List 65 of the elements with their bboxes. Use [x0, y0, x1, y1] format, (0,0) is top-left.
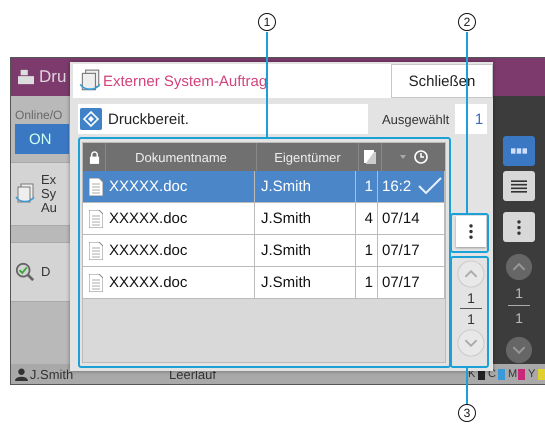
document-icon: [89, 178, 103, 196]
screen-title: Dru: [39, 67, 66, 87]
page-current: 1: [467, 291, 475, 305]
page-current: 1: [515, 286, 523, 300]
document-icon: [89, 242, 103, 260]
owner-cell: J.Smith: [255, 235, 356, 266]
callout-number: 1: [258, 13, 276, 31]
more-button[interactable]: [456, 216, 486, 247]
selected-count: 1: [455, 104, 488, 134]
menu-item-label: D: [41, 265, 50, 279]
owner-cell: J.Smith: [255, 171, 356, 202]
owner-cell: J.Smith: [255, 203, 356, 234]
user-icon: [15, 368, 28, 380]
document-name: XXXXX.doc: [109, 210, 188, 227]
status-text: Leerlauf: [169, 366, 217, 382]
job-row[interactable]: XXXXX.doc J.Smith 1 07/17: [83, 267, 445, 299]
date-cell: 07/14: [382, 210, 420, 227]
document-name: XXXXX.doc: [109, 274, 188, 291]
job-row[interactable]: XXXXX.doc J.Smith 4 07/14: [83, 203, 445, 235]
copies-cell: 1: [356, 235, 378, 266]
copies-icon: [364, 150, 376, 164]
scroll-up-button[interactable]: [505, 253, 533, 281]
search-icon: [15, 261, 35, 283]
list-view-icon: [511, 180, 527, 192]
scroll-down-button[interactable]: [505, 336, 533, 364]
date-cell: 07/17: [382, 242, 420, 259]
online-button[interactable]: ON: [15, 124, 69, 154]
toner-label: Y: [528, 368, 536, 380]
documents-icon: [79, 69, 101, 93]
callout-number: 2: [458, 13, 476, 31]
grid-view-icon: [511, 148, 527, 154]
document-icon: [89, 274, 103, 292]
owner-cell: J.Smith: [255, 267, 356, 298]
document-name: XXXXX.doc: [109, 242, 188, 259]
menu-item[interactable]: Ex Sy Au: [11, 162, 73, 226]
view-button[interactable]: [503, 171, 535, 201]
document-icon: [89, 210, 103, 228]
more-icon: [469, 224, 473, 239]
callout-number: 3: [458, 404, 476, 422]
documents-icon: [15, 183, 35, 205]
toner-label: M: [508, 368, 516, 380]
date-cell: 07/17: [382, 274, 420, 291]
lock-icon: [88, 150, 100, 164]
job-row[interactable]: XXXXX.doc J.Smith 1 07/17: [83, 235, 445, 267]
page-total: 1: [515, 311, 523, 325]
copies-cell: 4: [356, 203, 378, 234]
date-cell: 16:2: [382, 178, 412, 195]
printer-icon: [17, 69, 35, 85]
selected-label: Ausgewählt: [382, 112, 450, 126]
user-name: J.Smith: [30, 366, 74, 382]
menu-item[interactable]: D: [11, 242, 73, 302]
job-row[interactable]: XXXXX.doc J.Smith 1 16:2: [83, 171, 445, 203]
page-total: 1: [467, 312, 475, 326]
leader-line: [466, 368, 468, 404]
sort-time-icon: [398, 150, 428, 164]
document-name: XXXXX.doc: [109, 178, 188, 195]
status-text: Druckbereit.: [108, 110, 189, 128]
dialog-title: Externer System-Auftrag: [103, 72, 268, 90]
view-button[interactable]: [503, 212, 535, 242]
copies-cell: 1: [356, 267, 378, 298]
menu-item-label: Ex Sy Au: [41, 173, 57, 215]
checkmark-icon: [418, 177, 442, 195]
copies-cell: 1: [356, 171, 378, 202]
online-label: Online/O: [14, 107, 64, 124]
more-icon: [517, 220, 521, 234]
